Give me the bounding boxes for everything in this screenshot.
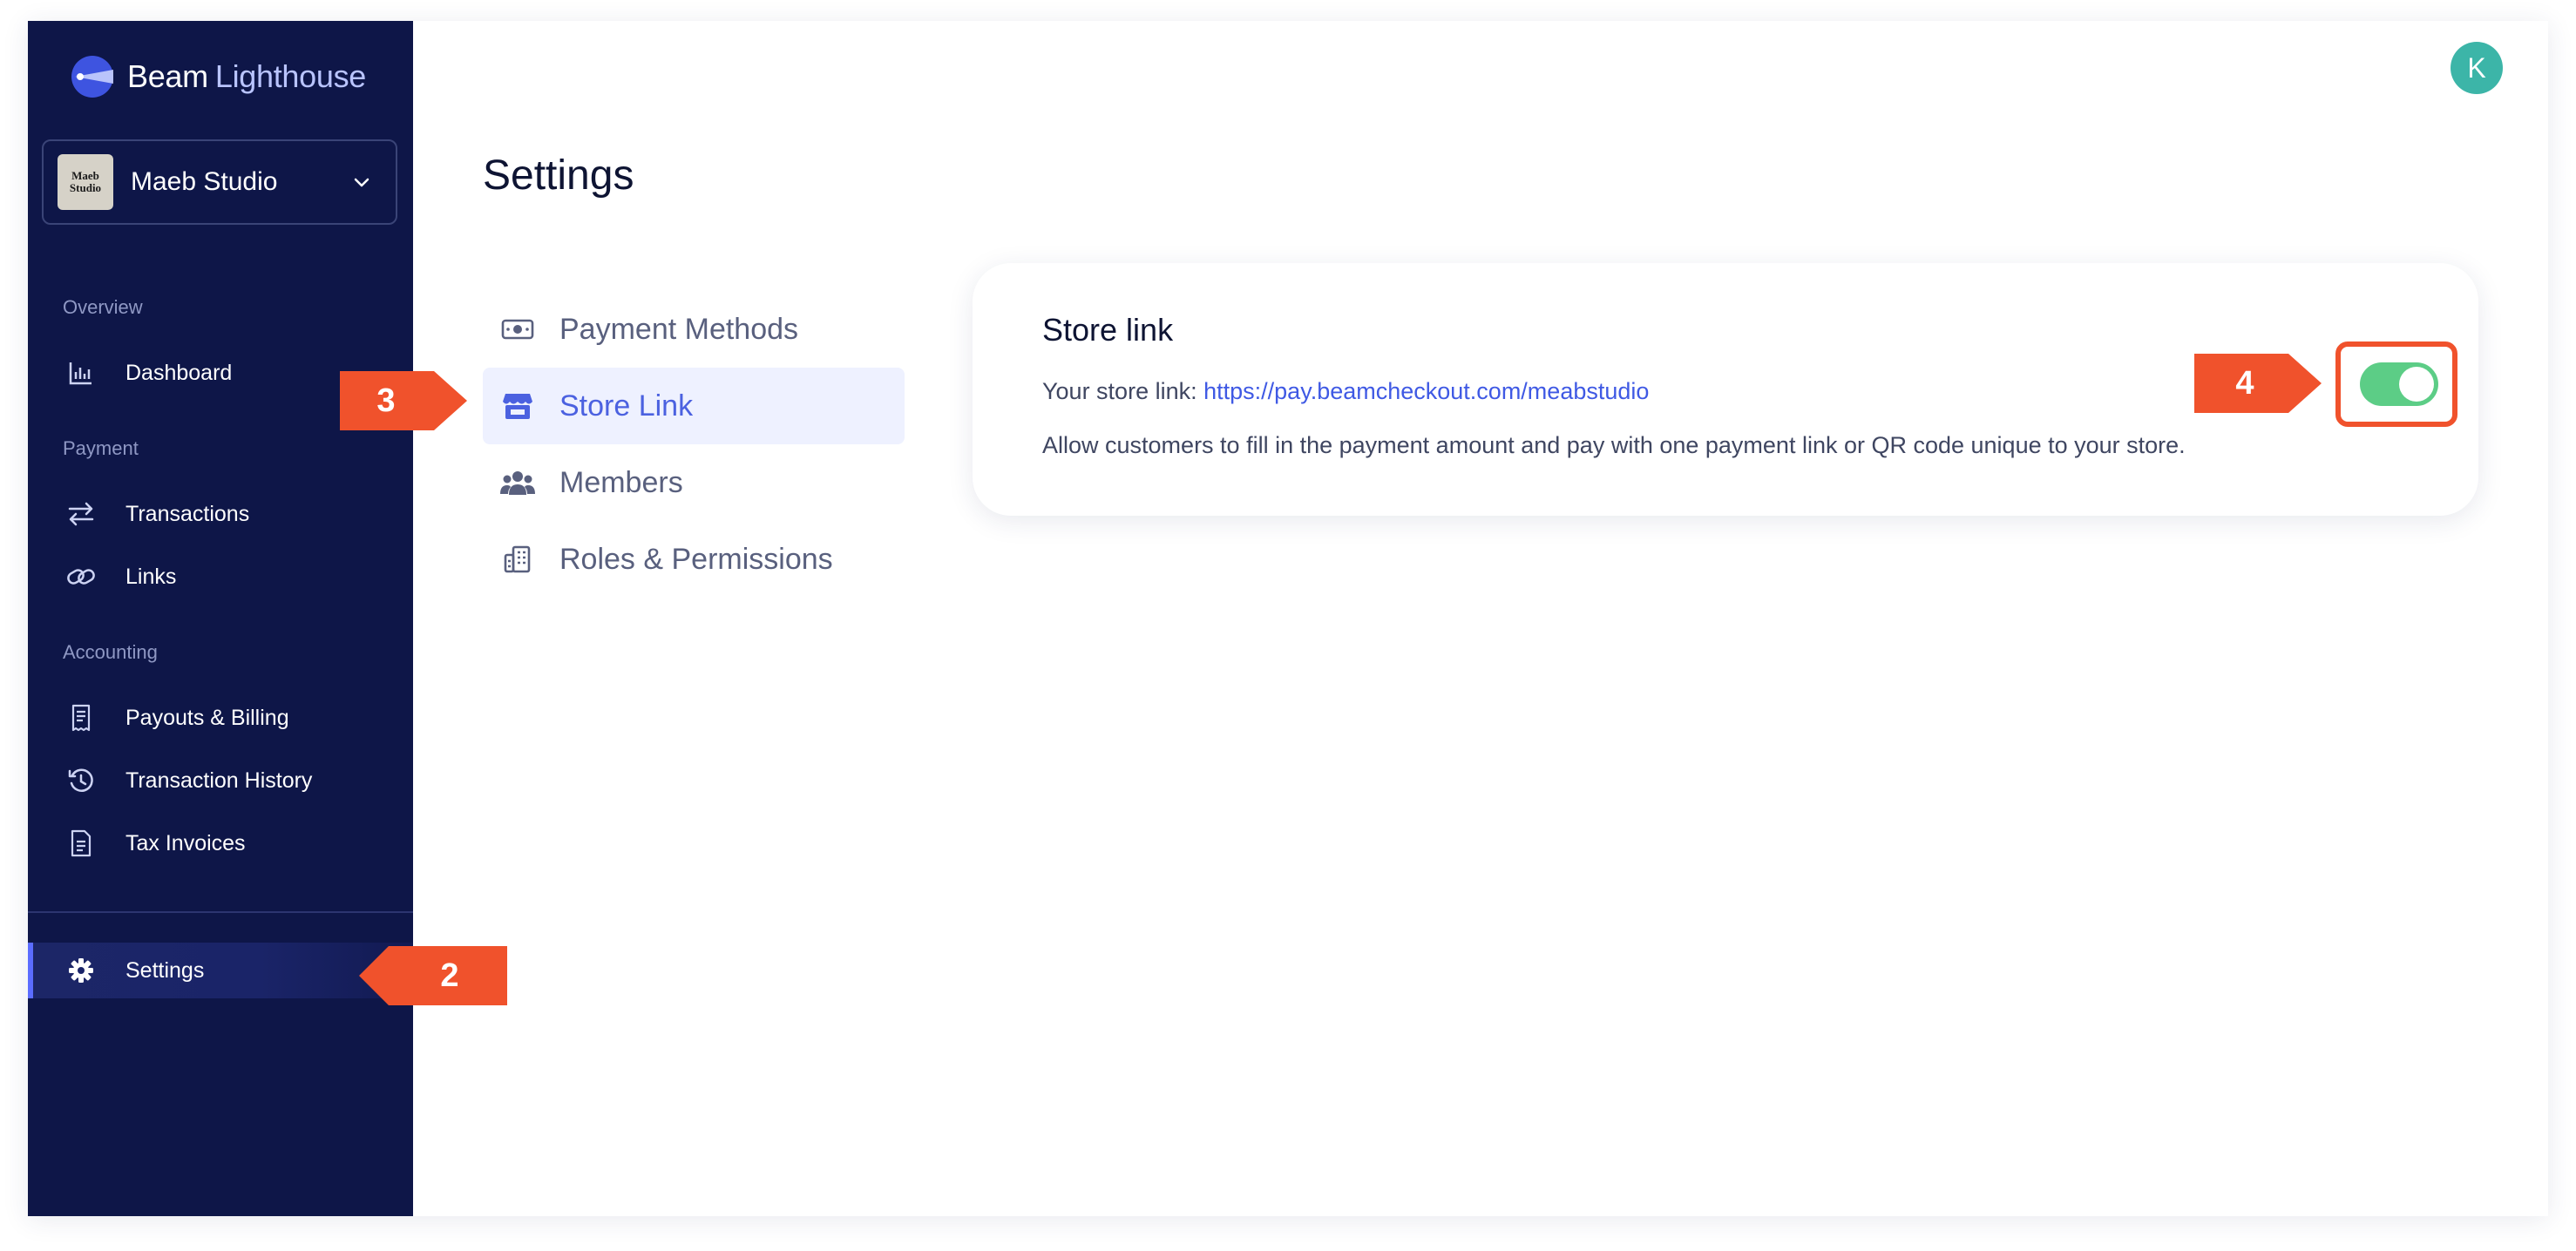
brand-name-primary: Beam [127, 58, 208, 94]
store-icon [500, 389, 535, 423]
chart-bar-icon [66, 358, 96, 388]
brand-name-secondary: Lighthouse [214, 58, 366, 94]
sidebar-item-label: Transactions [125, 501, 250, 526]
settings-nav-members[interactable]: Members [483, 444, 905, 521]
brand-name: Beam Lighthouse [127, 58, 366, 95]
sidebar-item-label: Tax Invoices [125, 830, 246, 855]
link-icon [66, 562, 96, 592]
chevron-down-icon [354, 178, 369, 187]
callout-label-4: 4 [2235, 364, 2254, 402]
user-avatar[interactable]: K [2451, 42, 2503, 94]
brand[interactable]: Beam Lighthouse [70, 54, 366, 99]
beam-logo-icon [71, 56, 113, 98]
sidebar-item-transactions[interactable]: Transactions [28, 486, 413, 542]
sidebar-item-transaction-history[interactable]: Transaction History [28, 753, 413, 808]
card-title: Store link [1042, 312, 1174, 348]
building-icon [500, 542, 535, 577]
gear-icon [66, 956, 96, 985]
toggle-knob [2399, 367, 2434, 402]
settings-nav-label: Payment Methods [559, 312, 799, 346]
sidebar-divider [28, 911, 413, 913]
store-link-prefix: Your store link: [1042, 378, 1197, 404]
cash-icon [500, 312, 535, 347]
sidebar-item-payouts-billing[interactable]: Payouts & Billing [28, 690, 413, 746]
settings-nav-label: Roles & Permissions [559, 542, 833, 576]
settings-nav-payment-methods[interactable]: Payment Methods [483, 291, 905, 368]
store-link-line: Your store link: https://pay.beamcheckou… [1042, 378, 1649, 405]
store-link-url[interactable]: https://pay.beamcheckout.com/meabstudio [1203, 378, 1649, 404]
arrows-swap-icon [66, 499, 96, 529]
org-switcher[interactable]: Maeb Studio Maeb Studio [42, 139, 397, 225]
section-label-payment: Payment [63, 437, 139, 459]
users-icon [500, 465, 535, 500]
sidebar-item-label: Transaction History [125, 768, 313, 793]
history-icon [66, 766, 96, 795]
callout-label-3: 3 [376, 382, 396, 419]
section-label-overview: Overview [63, 296, 143, 318]
sidebar-item-label: Dashboard [125, 360, 233, 385]
org-avatar: Maeb Studio [58, 154, 113, 210]
sidebar: Beam Lighthouse Maeb Studio Maeb Studio O… [28, 21, 413, 1216]
sidebar-item-links[interactable]: Links [28, 549, 413, 605]
section-label-accounting: Accounting [63, 641, 158, 663]
document-icon [66, 828, 96, 858]
app-window: Beam Lighthouse Maeb Studio Maeb Studio O… [28, 21, 2548, 1216]
org-name: Maeb Studio [131, 167, 278, 196]
settings-nav-roles-permissions[interactable]: Roles & Permissions [483, 521, 905, 598]
page-title: Settings [483, 152, 634, 199]
settings-nav-store-link[interactable]: Store Link [483, 368, 905, 444]
store-link-toggle[interactable] [2360, 362, 2438, 406]
callout-label-2: 2 [440, 957, 459, 994]
settings-nav-label: Members [559, 465, 683, 499]
store-link-description: Allow customers to fill in the payment a… [1042, 432, 2186, 458]
sidebar-item-label: Payouts & Billing [125, 705, 289, 730]
settings-nav-label: Store Link [559, 389, 694, 423]
sidebar-item-label: Settings [125, 957, 205, 983]
sidebar-item-tax-invoices[interactable]: Tax Invoices [28, 815, 413, 871]
receipt-icon [66, 703, 96, 733]
sidebar-item-label: Links [125, 564, 177, 589]
